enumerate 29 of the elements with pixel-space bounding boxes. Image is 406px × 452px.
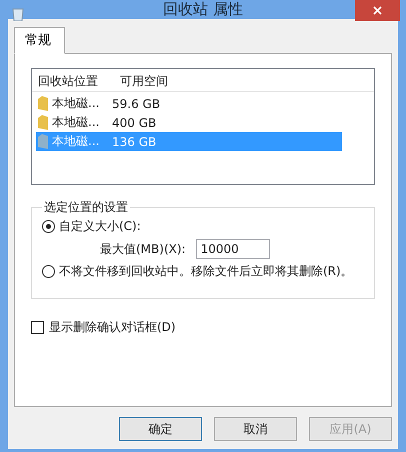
list-row[interactable]: 本地磁... 400 GB [36, 113, 342, 132]
list-row[interactable]: 本地磁... 59.6 GB [36, 94, 342, 113]
tab[interactable]: 常规 [14, 27, 65, 54]
close-icon [373, 6, 382, 15]
option-label: 不将文件移到回收站中。移除文件后立即将其删除(R)。 [59, 263, 353, 280]
window-title: 回收站 属性 [163, 0, 243, 19]
column-header[interactable]: 可用空间 [114, 72, 210, 90]
folder-icon [38, 96, 48, 111]
space-cell-text: 400 GB [112, 116, 158, 130]
field-label: 最大值(MB)(X): [100, 240, 186, 258]
location-cell-text: 本地磁... [52, 133, 100, 150]
close-button[interactable] [355, 0, 400, 21]
radio-button[interactable] [42, 220, 55, 233]
space-cell-text: 136 GB [112, 134, 158, 148]
option-label: 自定义大小(C): [59, 218, 141, 235]
checkbox[interactable] [31, 321, 44, 334]
folder-icon [38, 115, 48, 130]
size-field[interactable]: 10000 [196, 239, 270, 259]
drive-icon [38, 134, 48, 149]
column-header[interactable]: 回收站位置 [32, 72, 114, 90]
radio-button[interactable] [42, 265, 55, 278]
checkbox-label: 显示删除确认对话框(D) [49, 319, 176, 336]
location-cell-text: 本地磁... [52, 95, 100, 112]
location-cell-text: 本地磁... [52, 114, 100, 131]
recycle-bin-icon [12, 7, 24, 21]
group-title: 选定位置的设置 [43, 199, 129, 216]
dialog-button[interactable]: 确定 [119, 417, 202, 441]
dialog-button[interactable]: 取消 [214, 417, 297, 441]
space-cell-text: 59.6 GB [112, 96, 162, 110]
